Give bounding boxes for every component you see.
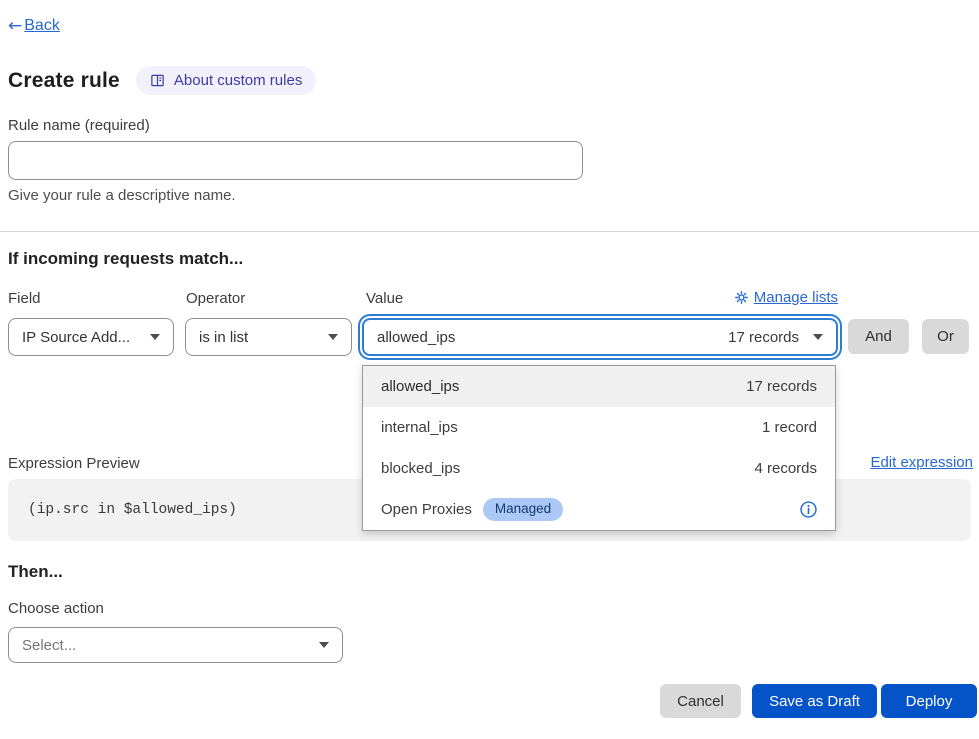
info-icon[interactable] [800,501,817,518]
choose-action-label: Choose action [8,600,104,617]
field-column-label: Field [8,290,41,307]
list-option-name: blocked_ips [381,460,460,477]
list-option-blocked-ips[interactable]: blocked_ips 4 records [363,448,835,489]
field-select-value: IP Source Add... [22,329,130,346]
rule-name-label: Rule name (required) [8,117,150,134]
gear-icon [735,291,748,304]
cancel-button[interactable]: Cancel [660,684,741,718]
operator-column-label: Operator [186,290,245,307]
list-option-allowed-ips[interactable]: allowed_ips 17 records [363,366,835,407]
edit-expression-label: Edit expression [870,454,973,471]
rule-name-helper: Give your rule a descriptive name. [8,187,236,204]
field-select[interactable]: IP Source Add... [8,318,174,356]
expression-preview-label: Expression Preview [8,455,140,472]
list-option-record-count: 1 record [762,419,817,436]
operator-select-value: is in list [199,329,248,346]
list-option-name: allowed_ips [381,378,459,395]
save-as-draft-button[interactable]: Save as Draft [752,684,877,718]
edit-expression-link[interactable]: Edit expression [870,454,973,471]
page-title: Create rule [8,69,120,93]
action-select-placeholder: Select... [22,637,76,654]
expression-code: (ip.src in $allowed_ips) [28,502,237,518]
list-option-name: Open Proxies [381,501,472,518]
book-icon [150,73,165,88]
back-arrow-icon: ← [8,16,22,36]
action-select[interactable]: Select... [8,627,343,663]
value-select-record-count: 17 records [728,329,799,346]
deploy-button[interactable]: Deploy [881,684,977,718]
about-label: About custom rules [174,72,302,89]
value-dropdown-panel: allowed_ips 17 records internal_ips 1 re… [362,365,836,531]
about-custom-rules-link[interactable]: About custom rules [136,66,316,95]
operator-select[interactable]: is in list [185,318,352,356]
value-column-label: Value [366,290,403,307]
manage-lists-label: Manage lists [754,289,838,306]
back-label: Back [24,17,60,35]
then-section-heading: Then... [8,562,63,582]
manage-lists-link[interactable]: Manage lists [735,289,838,306]
list-option-record-count: 17 records [746,378,817,395]
match-section-heading: If incoming requests match... [8,249,243,269]
or-button[interactable]: Or [922,319,969,354]
chevron-down-icon [813,334,823,340]
create-rule-page: ← Back Create rule About custom rules Ru… [0,0,979,739]
list-option-record-count: 4 records [754,460,817,477]
managed-badge: Managed [483,498,563,520]
value-select[interactable]: allowed_ips 17 records [362,318,838,356]
value-select-value: allowed_ips [377,329,455,346]
list-option-internal-ips[interactable]: internal_ips 1 record [363,407,835,448]
chevron-down-icon [150,334,160,340]
rule-name-input[interactable] [8,141,583,180]
chevron-down-icon [328,334,338,340]
list-option-open-proxies[interactable]: Open Proxies Managed [363,489,835,530]
and-button[interactable]: And [848,319,909,354]
chevron-down-icon [319,642,329,648]
section-divider [0,231,979,232]
back-link[interactable]: ← Back [8,16,60,36]
title-row: Create rule About custom rules [8,66,316,95]
list-option-name: internal_ips [381,419,458,436]
